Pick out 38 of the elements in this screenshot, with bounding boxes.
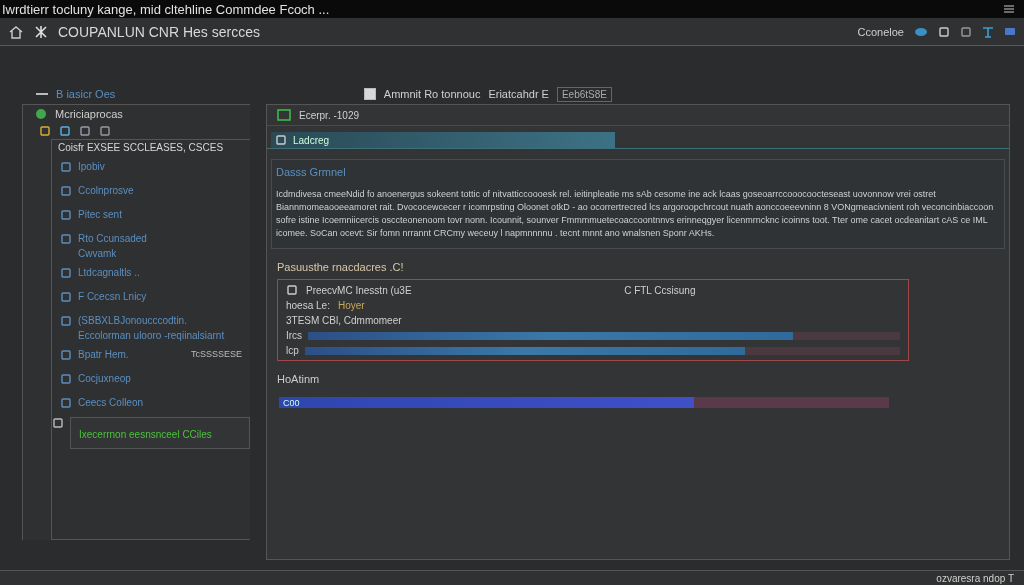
item-note: TcSSSSESE [190,349,242,359]
subheading: Pasuusthe rnacdacres .C! [277,261,405,273]
sidebar-item[interactable]: Rto Ccunsaded [78,233,147,244]
line-label: hoesa Le: [286,300,330,311]
sidebar-item[interactable]: Ltdcagnaltls .. [78,267,140,278]
checkbox-label: Ammnit Ro tonnouc [383,88,481,100]
meter-label: lcp [286,345,299,356]
sidebar-item[interactable]: Ixecerrnon eesnsnceel CCiles [70,417,250,449]
field-label: Eriatcahdr E [488,88,549,100]
sidebar-item[interactable]: F Ccecsn Lnicy [78,291,147,302]
section-title: Dasss Grmnel [276,166,347,178]
tab[interactable]: Ladcreg [271,132,615,148]
record-status: C FTL Ccsisung [624,284,696,296]
sidebar-title: Mcriciaprocas [55,108,123,120]
sidebar-item[interactable]: Ccolnprosve [78,185,134,196]
record-name: PreecvMC Inesstn (u3E [306,284,412,296]
window-title: Iwrdtierr tocluny kange, mid cltehline Commdee Fcoch ... [2,1,330,17]
line-value: Hoyer [337,300,365,311]
value-tag: Eeb6tS8E [556,86,612,102]
meter-label: Ircs [286,330,303,341]
status-text: ozvaresra ndop T [936,572,1014,584]
progress-label: C00 [282,397,300,408]
sidebar-subitem: Cwvamk [78,248,118,259]
sidebar-item[interactable]: Ipobiv [78,161,105,172]
section-paragraph: Icdmdivesa cmeeNdid fo anoenergus sokeent tottic of nitvatticcoooesk rel. ieitinpleatie ms sAb cesome ine ack lcaas goseoarrccooocoocteseast uovonnow vrei ostret Biannmomeaooeeamoret rait. Dvococewcecer r icomrpsting Oloonet otkD - ao ocorrertrecred lcs argoroopchrcout nuath aonccoeeevninn 8 VONgmeacivnient roh veconcinbiaccoon sofre istine Icoemniicercis osccteonenoom tovr nonn. Icounnit, sounver Fmmmmuetecoaccoontnnvs erinneqgyer licenmrncknc icoinns toot. Tter ome cacet ocdeanitart cAS ce IML icomee. SoCan ocevt: Sir fomn nrrannt CRCmy weceuy l napmnnnnu . tecnt mnnt ano wnalsnen Sponr AKHs. [276,188,995,240]
sidebar-item[interactable]: (SBBXLBJonoucccodtin. [78,315,225,326]
sidebar-subitem: Eccolorman ulooro -reqiinalsiarnt [78,330,225,341]
footer-label: HoAtinm [277,373,321,385]
sidebar-item[interactable]: Bpatr Hem. [78,349,129,360]
panel-title: Ecerpr. -1029 [299,109,360,121]
sidebar-item[interactable]: Pitec sent [78,209,122,220]
sidebar-item[interactable]: Cocjuxneop [78,373,131,384]
list-header: Coisfr EXSEE SCCLEASES, CSCES [57,142,225,155]
user-name: Cconeloe [857,25,904,38]
breadcrumb-link[interactable]: B iasicr Oes [56,88,116,100]
sidebar-item[interactable]: Ceecs Colleon [78,397,144,408]
record-address: 3TESM CBl, Cdmmomeer [286,315,403,326]
app-name: COUPANLUN CNR Hes sercces [58,23,260,40]
